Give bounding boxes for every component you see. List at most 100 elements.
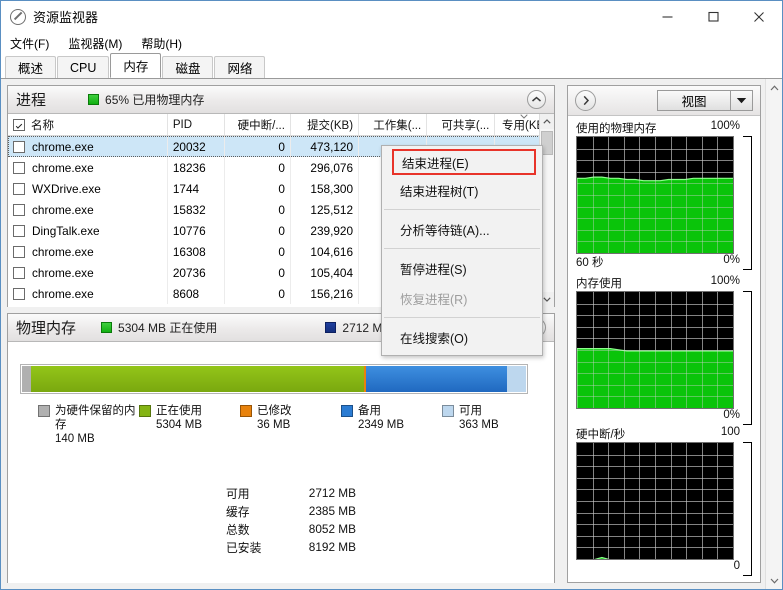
- process-context-menu[interactable]: 结束进程(E) 结束进程树(T) 分析等待链(A)... 暂停进程(S) 恢复进程(R)…: [381, 145, 543, 356]
- menu-file[interactable]: 文件(F): [10, 35, 49, 52]
- window-scrollbar[interactable]: [765, 79, 782, 589]
- memory-in-use-label: 5304 MB 正在使用: [118, 321, 218, 335]
- cell-pid: 18236: [168, 157, 225, 178]
- gridline-horizontal: [577, 361, 733, 363]
- row-checkbox[interactable]: [13, 182, 25, 195]
- cell-hard_faults: 0: [225, 262, 291, 283]
- gridline-horizontal: [577, 489, 733, 491]
- memory-stat-row: 可用 2712 MB: [226, 484, 356, 502]
- view-dropdown-button[interactable]: [730, 91, 752, 110]
- cell-commit: 156,216: [291, 283, 360, 304]
- memory-legend: 为硬件保留的内存 140 MB 正在使用 5304 MB 已修改 36 MB 备用 2349 …: [38, 404, 543, 446]
- resource-monitor-icon: [10, 8, 26, 25]
- legend-swatch-icon: [341, 405, 353, 417]
- menu-monitor[interactable]: 监视器(M): [68, 35, 122, 52]
- context-menu-item[interactable]: 结束进程(E): [392, 149, 536, 175]
- tab-network[interactable]: 网络: [214, 56, 266, 78]
- row-checkbox[interactable]: [13, 245, 25, 258]
- window-scroll-down-button[interactable]: [766, 572, 782, 589]
- close-button[interactable]: [736, 1, 782, 32]
- gridline-horizontal: [577, 501, 733, 502]
- column-header-hard-faults[interactable]: 硬中断/...: [225, 114, 291, 135]
- legend-value: 2349 MB: [358, 419, 405, 431]
- graph-time-label: 60 秒: [576, 257, 604, 269]
- window-title: 资源监视器: [33, 10, 99, 25]
- tab-cpu[interactable]: CPU: [57, 56, 110, 78]
- chevron-down-icon: [543, 297, 551, 302]
- cell-hard_faults: 0: [225, 241, 291, 262]
- column-header-working-set[interactable]: 工作集(...: [359, 114, 428, 135]
- row-checkbox[interactable]: [13, 266, 25, 279]
- graph-panel-expand-button[interactable]: [575, 90, 596, 111]
- memory-segment-in_use: [31, 366, 364, 392]
- cell-name: DingTalk.exe: [8, 220, 168, 241]
- process-name-label: chrome.exe: [32, 244, 94, 259]
- process-scroll-up-button[interactable]: [540, 114, 554, 129]
- process-name-label: chrome.exe: [32, 139, 94, 154]
- gridline-horizontal: [577, 338, 733, 340]
- process-panel-collapse-button[interactable]: [527, 90, 546, 109]
- gridline-horizontal: [577, 241, 733, 243]
- legend-label: 可用: [459, 405, 482, 417]
- tab-strip: 概述 CPU 内存 磁盘 网络: [1, 53, 782, 79]
- column-header-name[interactable]: 名称: [8, 114, 168, 135]
- gridline-horizontal: [577, 350, 733, 351]
- gridline-horizontal: [577, 229, 733, 231]
- tab-overview[interactable]: 概述: [5, 56, 57, 78]
- graph-plot-area: [576, 136, 734, 254]
- row-checkbox[interactable]: [13, 161, 25, 174]
- column-header-shareable[interactable]: 可共享(...: [427, 114, 496, 135]
- window-scroll-up-button[interactable]: [766, 79, 782, 96]
- minimize-button[interactable]: [644, 1, 690, 32]
- gridline-horizontal: [577, 218, 733, 220]
- gridline-horizontal: [577, 454, 733, 456]
- cell-commit: 158,300: [291, 178, 360, 199]
- menu-help[interactable]: 帮助(H): [141, 35, 182, 52]
- legend-value: 140 MB: [55, 433, 95, 445]
- cell-hard_faults: 0: [225, 157, 291, 178]
- context-menu-item[interactable]: 在线搜索(O): [382, 322, 542, 352]
- graph-2: 硬中断/秒 100 0: [576, 426, 754, 576]
- column-header-commit[interactable]: 提交(KB): [291, 114, 360, 135]
- legend-label: 正在使用: [156, 405, 202, 417]
- legend-value: 36 MB: [257, 419, 291, 431]
- cell-pid: 10776: [168, 220, 225, 241]
- view-button[interactable]: 视图: [657, 90, 753, 111]
- cell-hard_faults: 0: [225, 136, 291, 157]
- row-checkbox[interactable]: [13, 140, 25, 153]
- graph-0: 使用的物理内存 100% 60 秒 0%: [576, 120, 754, 270]
- green-swatch-icon: [88, 94, 100, 105]
- cell-name: chrome.exe: [8, 241, 168, 262]
- memory-segment-standby: [366, 366, 508, 392]
- context-menu-item[interactable]: 暂停进程(S): [382, 253, 542, 283]
- gridline-horizontal: [577, 195, 733, 196]
- legend-value: 5304 MB: [156, 419, 203, 431]
- row-checkbox[interactable]: [13, 203, 25, 216]
- column-header-pid-label: PID: [172, 118, 193, 131]
- row-checkbox[interactable]: [13, 287, 25, 300]
- gridline-horizontal: [577, 524, 733, 526]
- legend-swatch-icon: [139, 405, 151, 417]
- cell-pid: 1744: [168, 178, 225, 199]
- legend-label: 已修改: [257, 405, 292, 417]
- chevron-up-icon: [543, 119, 551, 124]
- sort-descending-icon: [520, 114, 528, 119]
- graph-min-label: 0%: [723, 409, 740, 421]
- tab-memory[interactable]: 内存: [110, 53, 162, 78]
- cell-name: chrome.exe: [8, 199, 168, 220]
- process-name-label: chrome.exe: [32, 160, 94, 175]
- row-checkbox[interactable]: [13, 224, 25, 237]
- process-panel-header[interactable]: 进程 65% 已用物理内存: [8, 86, 554, 114]
- legend-label: 备用: [358, 405, 381, 417]
- tab-disk[interactable]: 磁盘: [162, 56, 214, 78]
- context-menu-item[interactable]: 分析等待链(A)...: [382, 214, 542, 244]
- context-menu-item[interactable]: 结束进程树(T): [382, 175, 542, 205]
- memory-stat-label: 总数: [226, 522, 250, 537]
- graph-title: 硬中断/秒: [576, 429, 626, 441]
- maximize-button[interactable]: [690, 1, 736, 32]
- graph-title: 内存使用: [576, 278, 622, 290]
- view-button-label: 视图: [681, 95, 707, 109]
- select-all-checkbox[interactable]: [13, 118, 25, 131]
- graph-panel: 视图 使用的物理内存 100% 60 秒 0% 内存使用 100% 0% 硬中断/秒 100 0: [567, 85, 761, 583]
- column-header-pid[interactable]: PID: [168, 114, 225, 135]
